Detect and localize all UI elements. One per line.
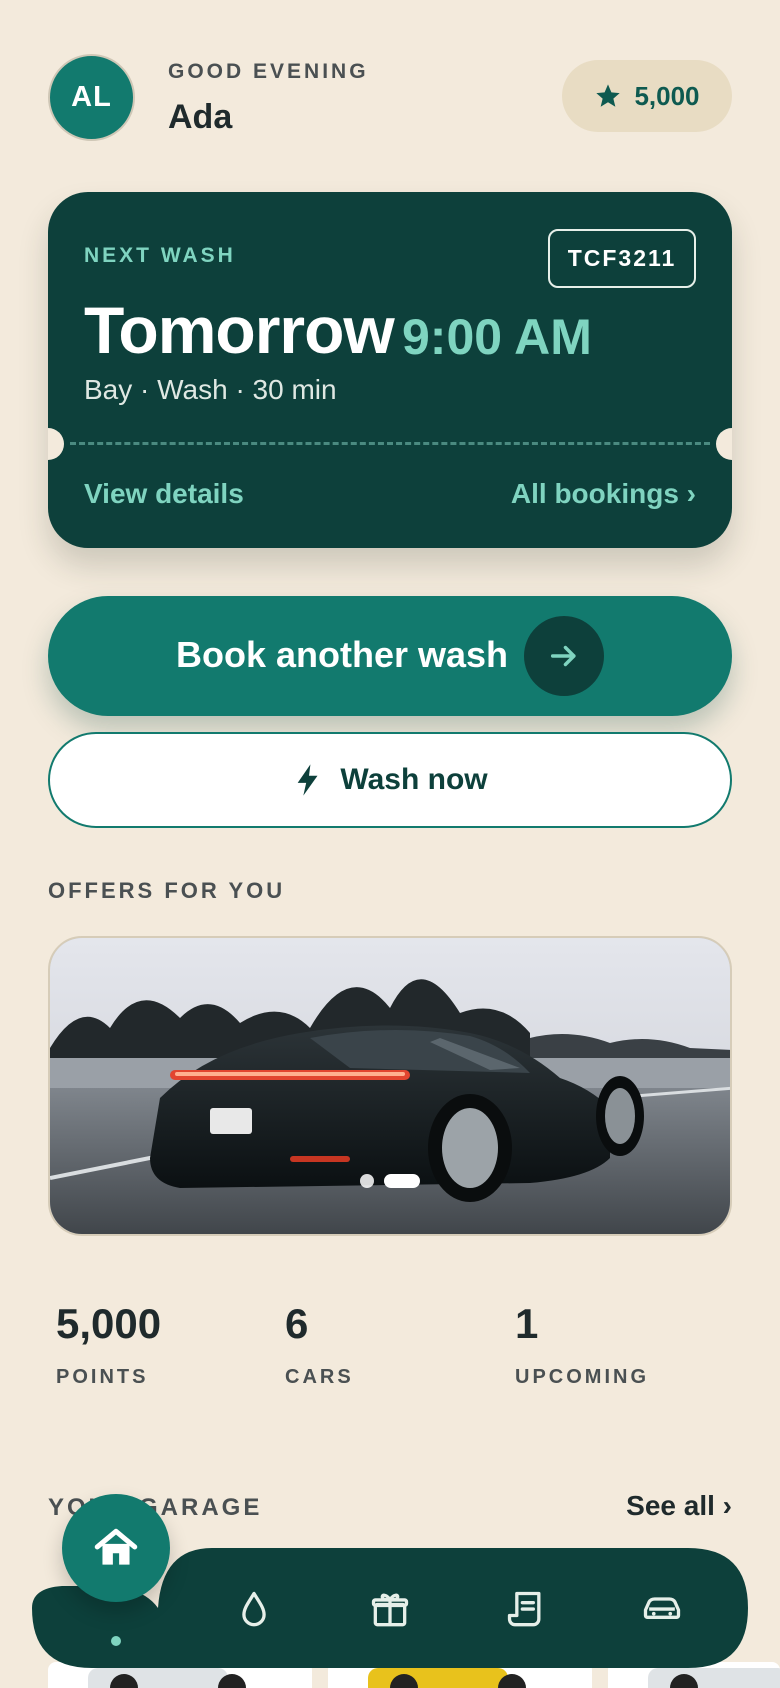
all-bookings-link[interactable]: All bookings ›: [511, 478, 696, 510]
points-chip[interactable]: 5,000: [562, 60, 732, 132]
nav-garage-button[interactable]: [638, 1586, 686, 1634]
carousel-dot-active[interactable]: [384, 1174, 420, 1188]
stat-value: 6: [285, 1300, 309, 1347]
user-name: Ada: [168, 98, 233, 136]
ticket-notch-right: [716, 428, 732, 460]
wash-now-label: Wash now: [340, 763, 488, 796]
car-thumbnail: [88, 1668, 228, 1688]
nav-wash-button[interactable]: [230, 1586, 278, 1634]
stat-label: UPCOMING: [515, 1366, 649, 1388]
car-icon: [643, 1597, 681, 1619]
next-wash-label: NEXT WASH: [84, 244, 236, 267]
drop-icon: [242, 1591, 266, 1627]
arrow-right-icon: [524, 616, 604, 696]
see-all-link[interactable]: See all ›: [626, 1490, 732, 1522]
greeting-text: GOOD EVENING: [168, 60, 369, 83]
book-another-wash-label: Book another wash: [176, 634, 509, 675]
offer-carousel[interactable]: [48, 936, 732, 1236]
stat-value: 1: [515, 1300, 539, 1347]
lightning-icon: [298, 764, 318, 796]
receipt-icon: [507, 1591, 541, 1627]
avatar[interactable]: AL: [48, 54, 135, 141]
gift-icon: [371, 1593, 409, 1627]
stat-cars: 6 CARS: [285, 1300, 354, 1389]
book-another-wash-button[interactable]: Book another wash: [48, 596, 732, 716]
ticket-notch-left: [48, 428, 64, 460]
star-icon: [596, 84, 621, 107]
car-thumbnail: [368, 1668, 508, 1688]
next-wash-day: Tomorrow: [84, 293, 395, 367]
next-wash-card[interactable]: NEXT WASH TCF3211 Tomorrow 9:00 AM Bay ·…: [48, 192, 732, 548]
carousel-dot[interactable]: [360, 1174, 374, 1188]
next-wash-details: Bay · Wash · 30 min: [84, 374, 337, 405]
header: AL GOOD EVENING Ada 5,000: [48, 54, 732, 141]
ticket-divider: [70, 442, 710, 445]
license-plate-badge: TCF3211: [548, 229, 696, 288]
carousel-indicator: [360, 1174, 420, 1188]
nav-bookings-button[interactable]: [502, 1586, 550, 1634]
home-icon: [94, 1528, 138, 1565]
wash-now-button[interactable]: Wash now: [48, 732, 732, 828]
offers-section-title: OFFERS FOR YOU: [48, 878, 286, 903]
stat-label: POINTS: [56, 1366, 149, 1388]
stat-value: 5,000: [56, 1300, 162, 1347]
view-details-link[interactable]: View details: [84, 478, 244, 510]
nav-home-button[interactable]: [62, 1494, 170, 1602]
points-chip-value: 5,000: [634, 80, 700, 111]
active-nav-indicator: [111, 1636, 121, 1646]
car-thumbnail: [648, 1668, 780, 1688]
stat-label: CARS: [285, 1366, 354, 1388]
nav-rewards-button[interactable]: [366, 1586, 414, 1634]
stat-points: 5,000 POINTS: [56, 1300, 161, 1389]
next-wash-time: 9:00 AM: [402, 309, 592, 365]
stat-upcoming: 1 UPCOMING: [515, 1300, 649, 1389]
offer-car-image: [50, 938, 730, 1234]
